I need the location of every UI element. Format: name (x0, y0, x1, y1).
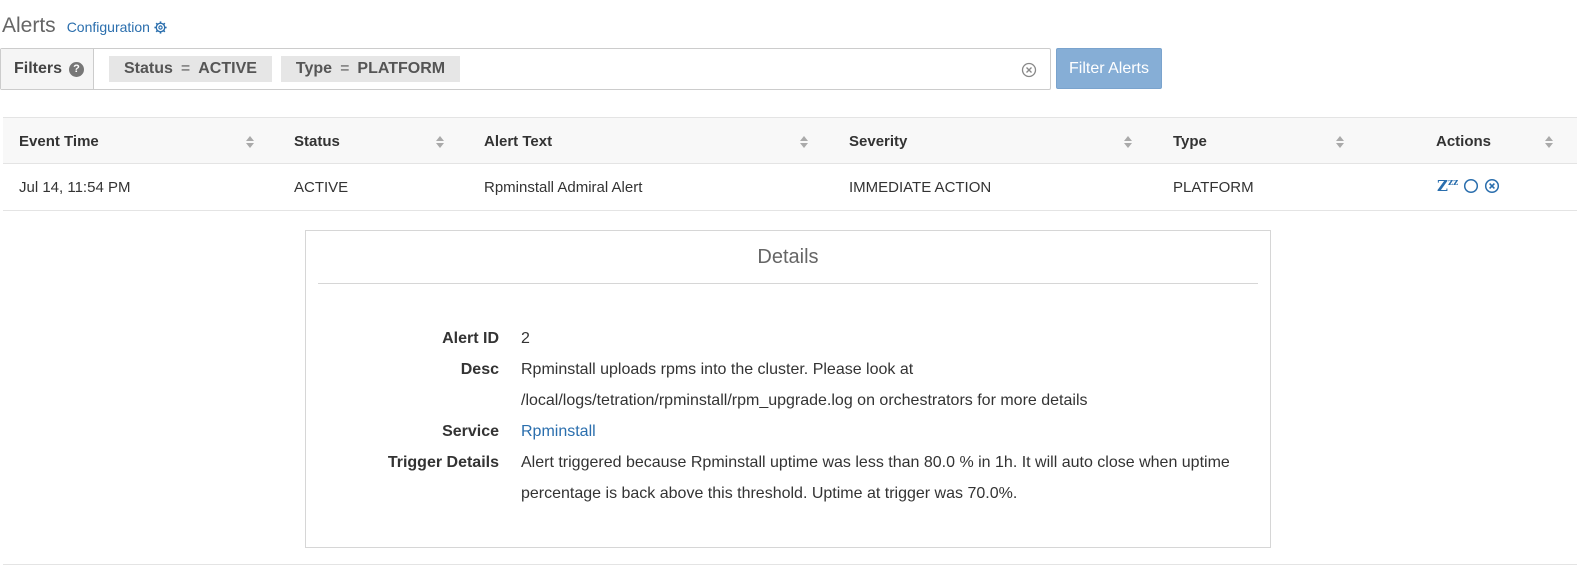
detail-row-desc: Desc Rpminstall uploads rpms into the cl… (306, 354, 1270, 416)
service-link[interactable]: Rpminstall (521, 423, 596, 440)
details-divider (318, 283, 1258, 284)
table-bottom-border (3, 564, 1577, 565)
snooze-icon[interactable]: Zzz (1437, 177, 1458, 195)
column-header-alert-text[interactable]: Alert Text (484, 118, 552, 164)
alert-id-label: Alert ID (442, 330, 499, 347)
cell-status: ACTIVE (294, 178, 349, 196)
page-header: Alerts Configuration (2, 14, 167, 44)
page-title: Alerts (2, 14, 56, 37)
detail-row-service: Service Rpminstall (306, 416, 1270, 447)
circle-icon[interactable] (1463, 178, 1479, 194)
filter-chip-status[interactable]: Status = ACTIVE (109, 56, 272, 82)
trigger-details-label: Trigger Details (387, 454, 499, 471)
alerts-table: Event Time Status Alert Text Severity Ty… (3, 117, 1577, 211)
cell-type: PLATFORM (1173, 178, 1254, 196)
sort-icon[interactable] (436, 136, 444, 148)
detail-row-alert-id: Alert ID 2 (306, 323, 1270, 354)
trigger-details-value: Alert triggered because Rpminstall uptim… (521, 454, 1230, 502)
sort-icon[interactable] (1545, 136, 1553, 148)
clear-circle-icon[interactable] (1021, 62, 1037, 78)
chip-value: PLATFORM (357, 60, 446, 77)
filter-alerts-button[interactable]: Filter Alerts (1056, 48, 1162, 89)
table-header: Event Time Status Alert Text Severity Ty… (3, 117, 1577, 164)
snooze-superscript: zz (1447, 178, 1459, 188)
details-list: Alert ID 2 Desc Rpminstall uploads rpms … (306, 323, 1270, 509)
detail-row-trigger: Trigger Details Alert triggered because … (306, 447, 1270, 509)
column-header-event-time[interactable]: Event Time (19, 118, 99, 164)
sort-icon[interactable] (800, 136, 808, 148)
chip-key: Type (295, 60, 333, 77)
chip-operator: = (180, 60, 191, 77)
filter-chips[interactable]: Status = ACTIVE Type = PLATFORM (94, 49, 1050, 89)
filter-bar[interactable]: Filters ? Status = ACTIVE Type = PLATFOR… (0, 48, 1051, 90)
close-circle-icon[interactable] (1484, 178, 1500, 194)
desc-value: Rpminstall uploads rpms into the cluster… (521, 361, 1088, 409)
column-header-actions[interactable]: Actions (1436, 118, 1491, 164)
column-header-type[interactable]: Type (1173, 118, 1207, 164)
service-value: Rpminstall (521, 416, 1241, 447)
details-title: Details (757, 246, 819, 268)
sort-icon[interactable] (1336, 136, 1344, 148)
sort-icon[interactable] (1124, 136, 1132, 148)
cell-alert-text: Rpminstall Admiral Alert (484, 178, 643, 196)
filter-chip-type[interactable]: Type = PLATFORM (280, 56, 461, 82)
chip-key: Status (124, 60, 173, 77)
table-row[interactable]: Jul 14, 11:54 PM ACTIVE Rpminstall Admir… (3, 164, 1577, 211)
chip-operator: = (340, 60, 350, 77)
desc-label: Desc (460, 361, 499, 378)
filters-label-text: Filters (14, 60, 63, 77)
column-header-status[interactable]: Status (294, 118, 340, 164)
column-header-severity[interactable]: Severity (849, 118, 907, 164)
configuration-link[interactable]: Configuration (67, 19, 167, 35)
snooze-letter: Z (1437, 177, 1448, 195)
filters-label: Filters ? (1, 49, 94, 89)
cell-severity: IMMEDIATE ACTION (849, 178, 992, 196)
question-circle-icon[interactable]: ? (69, 61, 85, 77)
sort-icon[interactable] (246, 136, 254, 148)
service-label: Service (442, 423, 499, 440)
details-panel: Details Alert ID 2 Desc Rpminstall uploa… (305, 230, 1271, 548)
chip-value: ACTIVE (198, 60, 257, 77)
gear-icon (154, 20, 167, 34)
alert-id-value: 2 (521, 330, 530, 347)
configuration-label: Configuration (66, 19, 150, 35)
cell-event-time: Jul 14, 11:54 PM (19, 178, 131, 196)
row-actions: Zzz (1437, 177, 1500, 195)
